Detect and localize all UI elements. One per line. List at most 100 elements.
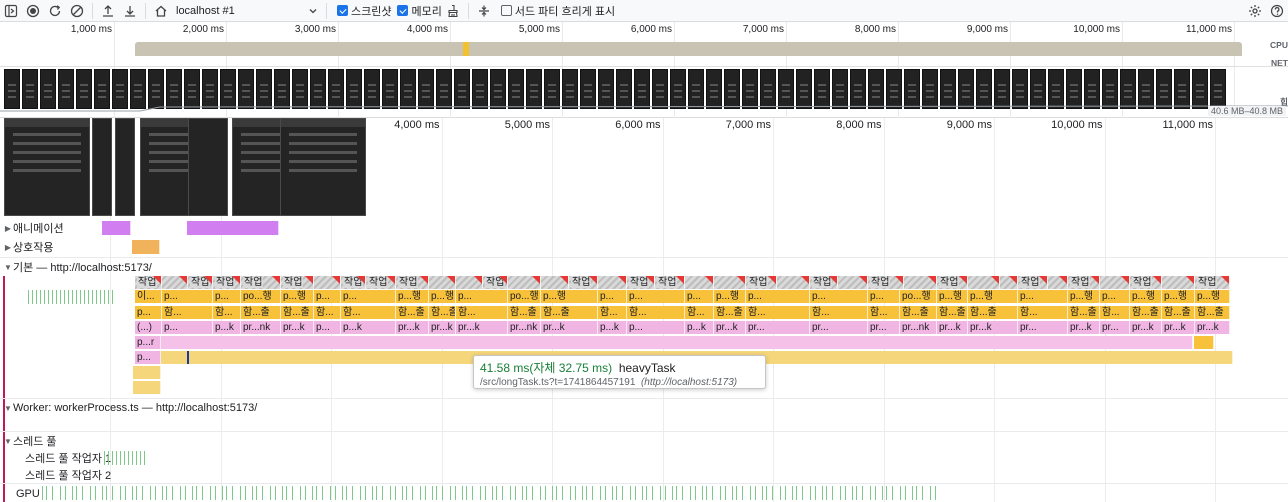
function-call-bar[interactable]: pr... xyxy=(1100,321,1130,334)
long-task-bar[interactable] xyxy=(1048,276,1068,289)
function-call-bar[interactable]: p... xyxy=(1100,290,1130,303)
collapse-tracks-button[interactable] xyxy=(473,1,495,21)
function-call-bar[interactable]: p...행 xyxy=(937,290,968,303)
long-task-bar[interactable]: 작업 xyxy=(569,276,598,289)
long-task-bar[interactable]: 작업 xyxy=(483,276,508,289)
function-call-bar[interactable]: p...k xyxy=(598,321,627,334)
long-task-bar[interactable] xyxy=(1162,276,1195,289)
reload-record-button[interactable] xyxy=(44,1,66,21)
threadpool-track-header[interactable]: ▼ 스레드 풀 xyxy=(0,432,1288,450)
home-button[interactable] xyxy=(150,1,172,21)
long-task-bar[interactable]: 작업 xyxy=(868,276,904,289)
function-call-bar[interactable]: 함... xyxy=(627,306,685,319)
function-call-bar[interactable]: 함...출 xyxy=(937,306,968,319)
function-call-bar[interactable]: pr...nk xyxy=(241,321,281,334)
screenshot-thumbnail[interactable] xyxy=(188,118,228,216)
screenshot-thumbnail[interactable] xyxy=(280,118,366,216)
function-call-bar[interactable]: p...행 xyxy=(281,290,314,303)
interactions-track-header[interactable]: ▶ 상호작용 xyxy=(0,238,1288,256)
long-task-bar[interactable] xyxy=(714,276,746,289)
function-call-bar[interactable]: pr...k xyxy=(456,321,508,334)
function-call-bar[interactable]: 함...출 xyxy=(968,306,1018,319)
capture-settings-button[interactable] xyxy=(1244,1,1266,21)
main-thread-track-header[interactable]: ▼ 기본 — http://localhost:5173/ xyxy=(0,258,1288,276)
function-call-bar[interactable]: 함... xyxy=(213,306,241,319)
function-call-bar[interactable]: po...행 xyxy=(508,290,541,303)
function-call-bar[interactable]: 함... xyxy=(456,306,508,319)
long-task-bar[interactable] xyxy=(429,276,456,289)
function-call-bar[interactable]: p...행 xyxy=(429,290,456,303)
help-button[interactable] xyxy=(1266,1,1288,21)
function-call-bar[interactable]: 함... xyxy=(868,306,900,319)
function-call-bar[interactable]: pr...k xyxy=(429,321,456,334)
function-call-bar[interactable]: p... xyxy=(162,321,213,334)
long-task-bar[interactable]: 작업 xyxy=(655,276,685,289)
long-task-bar[interactable] xyxy=(314,276,341,289)
function-call-bar[interactable]: pr... xyxy=(868,321,900,334)
long-task-bar[interactable] xyxy=(777,276,810,289)
function-call-bar[interactable]: p... xyxy=(868,290,900,303)
function-call-bar[interactable]: p... xyxy=(685,290,714,303)
memory-checkbox[interactable]: 메모리 xyxy=(397,3,442,19)
long-task-bar[interactable]: 작업 xyxy=(135,276,162,289)
function-call-bar[interactable] xyxy=(1194,336,1214,349)
animation-event[interactable] xyxy=(187,221,279,235)
function-call-bar[interactable]: 함... xyxy=(1018,306,1068,319)
long-task-bar[interactable] xyxy=(904,276,937,289)
screenshot-thumbnail[interactable] xyxy=(115,118,135,216)
long-task-bar[interactable]: 작업 xyxy=(627,276,655,289)
function-call-bar[interactable] xyxy=(133,381,161,394)
function-call-bar[interactable]: p... xyxy=(314,290,341,303)
function-call-bar[interactable]: p... xyxy=(135,351,161,364)
function-call-bar[interactable]: pr... xyxy=(810,321,868,334)
function-call-strip[interactable] xyxy=(161,336,1193,349)
function-call-bar[interactable]: 함...출 xyxy=(1195,306,1230,319)
long-task-bar[interactable]: 작업 xyxy=(1195,276,1230,289)
long-task-bar[interactable]: 작업 xyxy=(746,276,777,289)
function-call-bar[interactable]: 함...출 xyxy=(1130,306,1162,319)
function-call-bar[interactable]: p... xyxy=(598,290,627,303)
target-select[interactable]: localhost #1 xyxy=(172,2,322,20)
function-call-bar[interactable]: 함... xyxy=(810,306,868,319)
function-call-bar[interactable]: pr...nk xyxy=(508,321,541,334)
long-task-bar[interactable] xyxy=(968,276,1000,289)
record-button[interactable] xyxy=(22,1,44,21)
function-call-bar[interactable]: pr...k xyxy=(1162,321,1195,334)
function-call-bar[interactable]: (...) xyxy=(135,321,162,334)
function-call-bar[interactable]: pr...k xyxy=(281,321,314,334)
function-call-bar[interactable]: p... xyxy=(810,290,868,303)
save-profile-button[interactable] xyxy=(119,1,141,21)
collect-garbage-button[interactable] xyxy=(442,1,464,21)
function-call-bar[interactable]: p... xyxy=(1018,290,1068,303)
function-call-bar[interactable]: 함...출 xyxy=(396,306,429,319)
function-call-bar[interactable]: 함... xyxy=(314,306,341,319)
function-call-bar[interactable] xyxy=(133,366,161,379)
long-task-bar[interactable] xyxy=(838,276,868,289)
worker-track-header[interactable]: ▼ Worker: workerProcess.ts — http://loca… xyxy=(0,399,1288,417)
function-call-bar[interactable]: 함...출 xyxy=(541,306,598,319)
function-call-bar[interactable]: 함...출 xyxy=(900,306,937,319)
function-call-bar[interactable]: 함...출 xyxy=(1068,306,1100,319)
long-task-bar[interactable] xyxy=(1000,276,1018,289)
function-call-bar[interactable]: pr...k xyxy=(1068,321,1100,334)
function-call-bar[interactable]: p... xyxy=(456,290,508,303)
function-call-bar[interactable]: p...k xyxy=(213,321,241,334)
long-task-bar[interactable] xyxy=(541,276,569,289)
function-call-bar[interactable]: pr...k xyxy=(1130,321,1162,334)
screenshots-checkbox[interactable]: 스크린샷 xyxy=(337,3,391,19)
function-call-bar[interactable]: p... xyxy=(213,290,241,303)
function-call-bar[interactable]: 함...출 xyxy=(429,306,456,319)
function-call-bar[interactable]: p...행 xyxy=(714,290,746,303)
function-call-bar[interactable]: p...행 xyxy=(396,290,429,303)
function-call-bar[interactable]: 함... xyxy=(746,306,810,319)
function-call-bar[interactable]: p...행 xyxy=(968,290,1018,303)
function-call-bar[interactable]: p...k xyxy=(685,321,714,334)
long-task-bar[interactable]: 작업 xyxy=(188,276,213,289)
function-call-bar[interactable]: po...행 xyxy=(900,290,937,303)
function-call-bar[interactable]: pr...k xyxy=(1195,321,1230,334)
function-call-bar[interactable]: pr... xyxy=(746,321,810,334)
screenshot-thumbnail[interactable] xyxy=(92,118,112,216)
long-task-bar[interactable] xyxy=(685,276,714,289)
toggle-sidebar-button[interactable] xyxy=(0,1,22,21)
threadpool-worker1-track[interactable]: 스레드 풀 작업자 1 xyxy=(0,449,1288,467)
